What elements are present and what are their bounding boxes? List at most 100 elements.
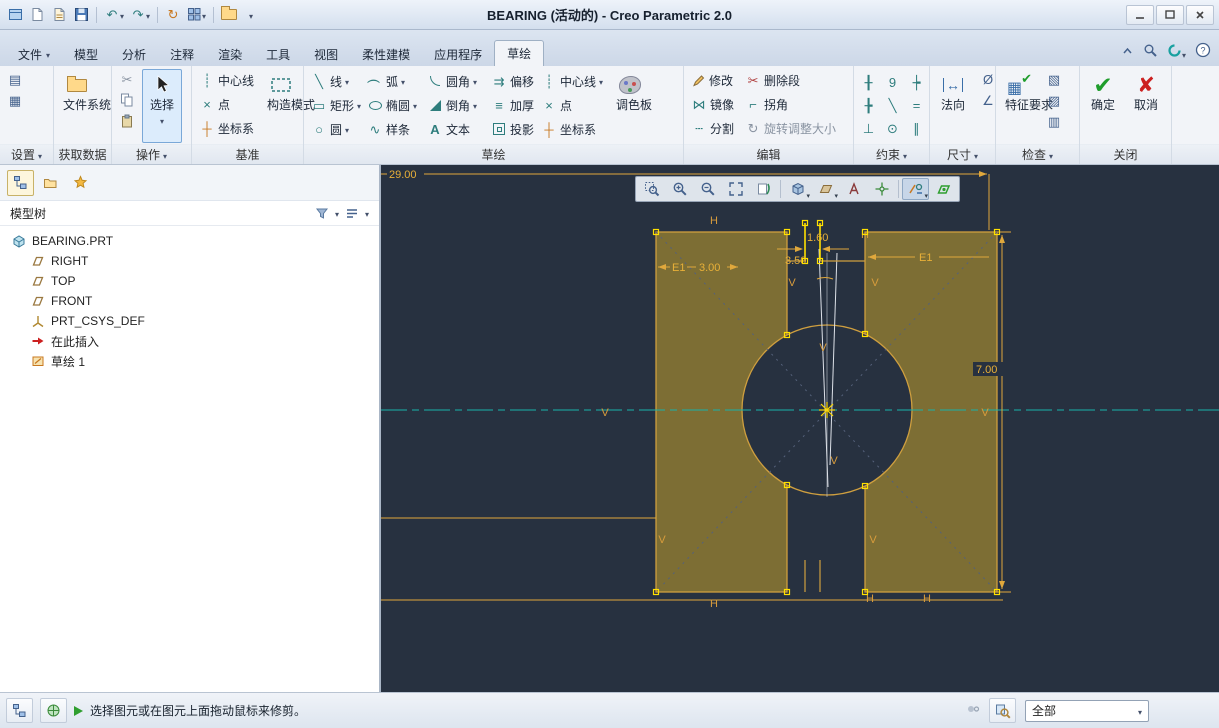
- dimension-e1-right-label[interactable]: E1: [919, 252, 932, 264]
- new-file-button[interactable]: [27, 4, 47, 26]
- rectangle-button[interactable]: ▭ 矩形: [307, 94, 363, 117]
- model-tree-tab-button[interactable]: [7, 169, 34, 196]
- delete-segment-button[interactable]: ✂ 删除段: [741, 69, 840, 92]
- sketch-point-button[interactable]: × 点: [537, 94, 607, 117]
- redo-button[interactable]: ↷: [128, 4, 152, 26]
- graphics-area[interactable]: ▾ ▾ ▾ 29.00 1.60 3.50 E1 3.00 E1 7.00 H …: [381, 165, 1219, 692]
- horizontal-constraint-button[interactable]: ╊: [857, 95, 880, 115]
- v-constraint-label[interactable]: V: [819, 342, 827, 354]
- favorites-tab-button[interactable]: [67, 170, 94, 196]
- display-settings-button[interactable]: ▦: [3, 90, 27, 110]
- normal-dimension-button[interactable]: ↔ 法向: [933, 69, 973, 143]
- collapse-ribbon-button[interactable]: [1121, 45, 1134, 59]
- tree-item-plane-right[interactable]: RIGHT: [0, 251, 379, 271]
- perpendicular-constraint-button[interactable]: ⊥: [857, 118, 880, 138]
- datum-centerline-button[interactable]: ┊ 中心线: [195, 69, 258, 92]
- datum-csys-button[interactable]: ┼ 坐标系: [195, 117, 258, 140]
- connect-button[interactable]: [1167, 43, 1186, 61]
- highlight-open-ends-button[interactable]: ▨: [1042, 90, 1066, 110]
- annotation-display-button[interactable]: [840, 178, 867, 200]
- save-button[interactable]: [71, 4, 91, 26]
- spin-center-button[interactable]: [868, 178, 895, 200]
- fillet-button[interactable]: 圆角: [423, 70, 487, 93]
- group-label-operations[interactable]: 操作: [112, 144, 191, 164]
- tangent-constraint-button[interactable]: 9: [881, 72, 904, 92]
- arc-button[interactable]: (弧: [363, 70, 423, 93]
- tab-model[interactable]: 模型: [62, 42, 110, 66]
- tab-render[interactable]: 渲染: [206, 42, 254, 66]
- offset-button[interactable]: ⇉ 偏移: [487, 70, 537, 93]
- zoom-out-button[interactable]: [694, 178, 721, 200]
- sketch-csys-button[interactable]: ┼ 坐标系: [537, 118, 607, 141]
- dimension-width-label[interactable]: 29.00: [389, 169, 417, 181]
- copy-button[interactable]: [115, 90, 139, 110]
- line-button[interactable]: ╲ 线: [307, 70, 363, 93]
- v-constraint-label[interactable]: V: [601, 407, 609, 419]
- dimension-slot-label[interactable]: 1.60: [807, 232, 828, 244]
- ok-button[interactable]: ✔ 确定: [1083, 69, 1123, 143]
- equal-constraint-button[interactable]: =: [905, 95, 928, 115]
- dimension-e1-left-label[interactable]: E1: [672, 262, 685, 274]
- dimension-angle-label[interactable]: 3.50: [785, 255, 806, 267]
- tree-item-insert-here[interactable]: 在此插入: [0, 331, 379, 351]
- group-label-constrain[interactable]: 约束: [854, 144, 929, 164]
- help-button[interactable]: ?: [1195, 42, 1211, 61]
- coincident-constraint-button[interactable]: ⊙: [881, 118, 904, 138]
- tree-settings-button[interactable]: [343, 205, 361, 221]
- window-manager-button[interactable]: [185, 4, 208, 26]
- customize-qat-button[interactable]: [241, 4, 261, 26]
- minimize-button[interactable]: [1126, 4, 1154, 25]
- thicken-button[interactable]: ≡ 加厚: [487, 94, 537, 117]
- divide-button[interactable]: ┄ 分割: [687, 117, 738, 140]
- tab-annotate[interactable]: 注释: [158, 42, 206, 66]
- tree-item-plane-top[interactable]: TOP: [0, 271, 379, 291]
- tab-flexible-modeling[interactable]: 柔性建模: [350, 42, 422, 66]
- repaint-button[interactable]: [750, 178, 777, 200]
- close-button[interactable]: [1186, 4, 1214, 25]
- h-constraint-label[interactable]: H: [710, 598, 718, 610]
- web-browser-toggle-button[interactable]: [40, 698, 67, 723]
- tree-item-part[interactable]: BEARING.PRT: [0, 231, 379, 251]
- tree-filter-button[interactable]: [313, 205, 331, 221]
- sketch-display-button[interactable]: ▾: [902, 178, 929, 200]
- undo-button[interactable]: ↶: [102, 4, 126, 26]
- chamfer-button[interactable]: 倒角: [423, 94, 487, 117]
- tab-file[interactable]: 文件: [6, 42, 62, 66]
- symmetric-constraint-button[interactable]: ╲: [881, 95, 904, 115]
- display-style-button[interactable]: ▾: [784, 178, 811, 200]
- file-system-button[interactable]: 文件系统: [57, 69, 111, 143]
- v-constraint-label[interactable]: V: [869, 534, 877, 546]
- v-constraint-label[interactable]: V: [871, 277, 879, 289]
- tab-view[interactable]: 视图: [302, 42, 350, 66]
- selection-filter-dropdown[interactable]: 全部: [1025, 699, 1149, 722]
- h-constraint-label[interactable]: H: [923, 593, 931, 605]
- folder-button[interactable]: [219, 4, 239, 26]
- ellipse-button[interactable]: 椭圆: [363, 94, 423, 117]
- sketch-setup-button[interactable]: ▤: [3, 69, 27, 89]
- group-label-dimension[interactable]: 尺寸: [930, 144, 995, 164]
- dimension-offset-label[interactable]: 3.00: [699, 262, 720, 274]
- find-button[interactable]: [989, 698, 1016, 723]
- spline-button[interactable]: ∿ 样条: [363, 118, 423, 141]
- datum-point-button[interactable]: × 点: [195, 93, 258, 116]
- h-constraint-label[interactable]: H: [710, 215, 718, 227]
- folder-browser-tab-button[interactable]: [37, 170, 64, 196]
- chevron-down-icon[interactable]: [335, 206, 339, 220]
- modify-button[interactable]: 修改: [687, 69, 738, 92]
- filter-options-button[interactable]: [966, 702, 980, 719]
- tree-item-plane-front[interactable]: FRONT: [0, 291, 379, 311]
- v-constraint-label[interactable]: V: [981, 407, 989, 419]
- feature-requirements-button[interactable]: ▦ ✔ 特征要求: [999, 69, 1053, 143]
- construction-mode-button[interactable]: 构造模式: [261, 69, 315, 143]
- overlapping-geometry-button[interactable]: ▥: [1042, 111, 1066, 131]
- tab-applications[interactable]: 应用程序: [422, 42, 494, 66]
- refit-button[interactable]: [722, 178, 749, 200]
- maximize-button[interactable]: [1156, 4, 1184, 25]
- cancel-button[interactable]: ✘ 取消: [1126, 69, 1166, 143]
- zoom-window-button[interactable]: [638, 178, 665, 200]
- cut-button[interactable]: ✂: [115, 69, 139, 89]
- v-constraint-label[interactable]: V: [658, 534, 666, 546]
- model-tree-toggle-button[interactable]: [6, 698, 33, 723]
- zoom-in-button[interactable]: [666, 178, 693, 200]
- vertical-constraint-button[interactable]: ╂: [857, 72, 880, 92]
